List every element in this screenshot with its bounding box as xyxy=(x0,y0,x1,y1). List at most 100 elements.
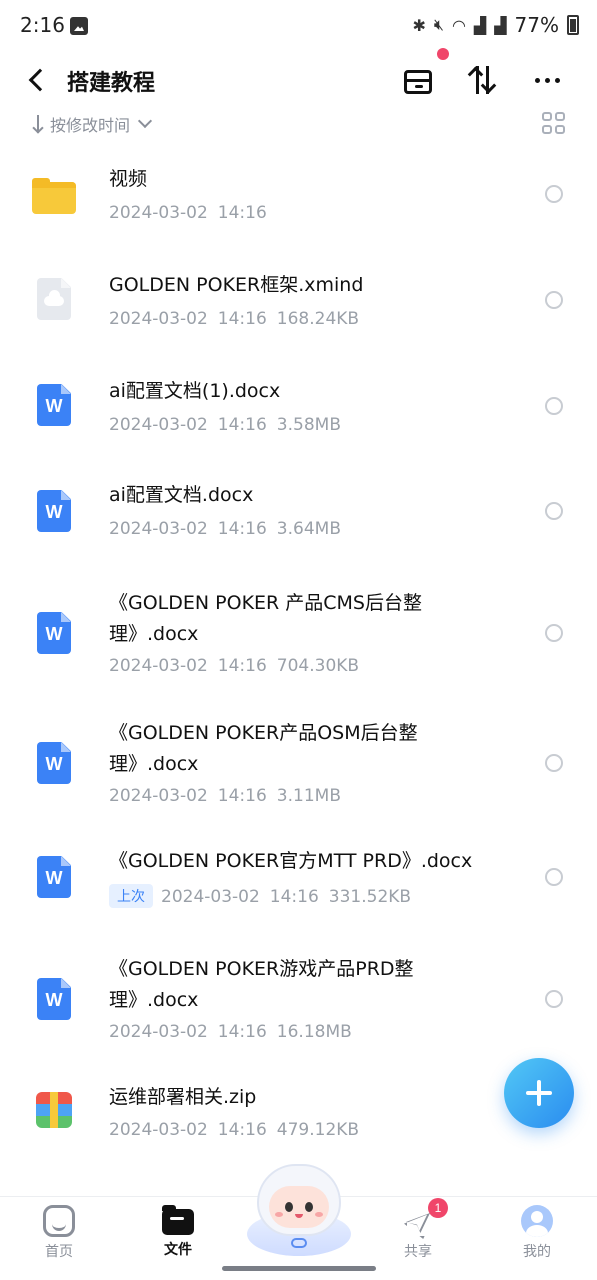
last-opened-badge: 上次 xyxy=(109,884,153,908)
file-size: 16.18MB xyxy=(276,1022,352,1042)
word-doc-icon: W xyxy=(32,384,76,428)
file-name: 《GOLDEN POKER产品OSM后台整 理》.docx xyxy=(109,718,509,780)
file-name-line-1: 《GOLDEN POKER产品OSM后台整 xyxy=(109,722,418,744)
chevron-down-icon xyxy=(137,113,153,129)
status-time: 2:16 xyxy=(20,13,65,37)
sort-label: 按修改时间 xyxy=(50,116,131,135)
file-meta: 2024-03-02 14:16 xyxy=(109,203,267,223)
file-meta: 2024-03-02 14:16 704.30KB xyxy=(109,656,359,676)
page-title: 搭建教程 xyxy=(67,71,156,96)
file-name-line-2: 理》.docx xyxy=(109,753,199,775)
file-name: 《GOLDEN POKER官方MTT PRD》.docx xyxy=(109,850,473,872)
sort-direction-icon xyxy=(32,115,44,133)
list-item[interactable]: W 《GOLDEN POKER游戏产品PRD整 理》.docx 2024-03-… xyxy=(0,954,597,1080)
file-name: ai配置文档(1).docx xyxy=(109,380,281,402)
back-button[interactable] xyxy=(24,66,50,92)
signal-icon: ▟ xyxy=(494,15,507,35)
file-meta: 2024-03-02 14:16 3.64MB xyxy=(109,519,341,539)
file-time: 14:16 xyxy=(217,1120,267,1140)
profile-icon xyxy=(521,1205,553,1237)
file-time: 14:16 xyxy=(217,519,267,539)
sort-selector[interactable]: 按修改时间 xyxy=(32,110,153,138)
share-count-badge: 1 xyxy=(428,1198,448,1218)
file-size: 331.52KB xyxy=(328,887,412,907)
list-item[interactable]: W 《GOLDEN POKER官方MTT PRD》.docx 上次 2024-03… xyxy=(0,846,597,954)
file-meta: 2024-03-02 14:16 16.18MB xyxy=(109,1022,352,1042)
word-doc-icon: W xyxy=(32,742,76,786)
file-time: 14:16 xyxy=(269,887,319,907)
battery-percent: 77% xyxy=(514,13,559,37)
file-time: 14:16 xyxy=(217,309,267,329)
file-date: 2024-03-02 xyxy=(109,786,208,806)
select-radio[interactable] xyxy=(545,397,563,415)
file-time: 14:16 xyxy=(217,415,267,435)
file-time: 14:16 xyxy=(217,1022,267,1042)
gallery-notification-icon xyxy=(70,17,88,35)
file-date: 2024-03-02 xyxy=(161,887,260,907)
file-size: 3.11MB xyxy=(276,786,341,806)
nav-files[interactable]: 文件 xyxy=(138,1205,218,1259)
file-time: 14:16 xyxy=(217,786,267,806)
home-icon xyxy=(43,1205,75,1237)
grid-view-icon[interactable] xyxy=(542,112,566,134)
transfer-sort-icon[interactable] xyxy=(466,62,502,98)
file-date: 2024-03-02 xyxy=(109,519,208,539)
file-name: 运维部署相关.zip xyxy=(109,1086,257,1108)
file-name-line-1: 《GOLDEN POKER游戏产品PRD整 xyxy=(109,958,414,980)
file-name: 《GOLDEN POKER 产品CMS后台整 理》.docx xyxy=(109,588,509,650)
file-name: 视频 xyxy=(109,168,148,190)
home-indicator[interactable] xyxy=(222,1266,376,1271)
select-radio[interactable] xyxy=(545,291,563,309)
select-radio[interactable] xyxy=(545,502,563,520)
list-item[interactable]: 视频 2024-03-02 14:16 xyxy=(0,160,597,266)
file-name-line-2: 理》.docx xyxy=(109,623,199,645)
more-icon[interactable] xyxy=(532,62,568,98)
cloud-file-icon xyxy=(32,278,76,322)
add-button[interactable] xyxy=(504,1058,574,1128)
select-radio[interactable] xyxy=(545,754,563,772)
list-item[interactable]: GOLDEN POKER框架.xmind 2024-03-02 14:16 168.… xyxy=(0,266,597,372)
nav-label: 我的 xyxy=(523,1244,551,1260)
notification-dot xyxy=(437,48,449,60)
word-doc-icon: W xyxy=(32,856,76,900)
folder-icon xyxy=(162,1205,194,1235)
header: 搭建教程 xyxy=(0,54,597,106)
word-doc-icon: W xyxy=(32,612,76,656)
file-meta: 2024-03-02 14:16 3.11MB xyxy=(109,786,341,806)
wifi-icon: ◠ xyxy=(451,15,466,35)
file-meta: 2024-03-02 14:16 479.12KB xyxy=(109,1120,359,1140)
signal-icon: ▟ xyxy=(473,15,487,35)
nav-label: 首页 xyxy=(45,1244,73,1260)
list-item[interactable]: W 《GOLDEN POKER产品OSM后台整 理》.docx 2024-03-… xyxy=(0,718,597,844)
mute-icon: 🔇︎ xyxy=(433,15,444,34)
list-item[interactable]: W ai配置文档(1).docx 2024-03-02 14:16 3.58MB xyxy=(0,372,597,478)
file-meta: 2024-03-02 14:16 168.24KB xyxy=(109,309,359,329)
ai-assistant-mascot-button[interactable] xyxy=(243,1162,355,1258)
file-meta: 上次 2024-03-02 14:16 331.52KB xyxy=(109,884,411,908)
file-date: 2024-03-02 xyxy=(109,1022,208,1042)
nav-me[interactable]: 我的 xyxy=(497,1205,577,1261)
file-name: ai配置文档.docx xyxy=(109,484,254,506)
select-radio[interactable] xyxy=(545,868,563,886)
file-name: GOLDEN POKER框架.xmind xyxy=(109,274,364,296)
file-time: 14:16 xyxy=(217,203,267,223)
select-radio[interactable] xyxy=(545,185,563,203)
file-size: 3.64MB xyxy=(276,519,341,539)
status-icons: ✱ 🔇︎ ◠ ▟ ▟ 77% xyxy=(412,13,579,37)
file-name-line-1: 《GOLDEN POKER 产品CMS后台整 xyxy=(109,592,422,614)
word-doc-icon: W xyxy=(32,978,76,1022)
file-date: 2024-03-02 xyxy=(109,656,208,676)
list-item[interactable]: W ai配置文档.docx 2024-03-02 14:16 3.64MB xyxy=(0,478,597,584)
file-name-line-2: 理》.docx xyxy=(109,989,199,1011)
file-size: 479.12KB xyxy=(276,1120,360,1140)
zip-archive-icon xyxy=(32,1088,76,1132)
file-size: 704.30KB xyxy=(276,656,360,676)
file-date: 2024-03-02 xyxy=(109,1120,208,1140)
select-radio[interactable] xyxy=(545,624,563,642)
select-radio[interactable] xyxy=(545,990,563,1008)
list-item[interactable]: W 《GOLDEN POKER 产品CMS后台整 理》.docx 2024-03… xyxy=(0,588,597,714)
file-time: 14:16 xyxy=(217,656,267,676)
archive-icon[interactable] xyxy=(400,62,436,98)
nav-home[interactable]: 首页 xyxy=(19,1205,99,1261)
file-meta: 2024-03-02 14:16 3.58MB xyxy=(109,415,341,435)
